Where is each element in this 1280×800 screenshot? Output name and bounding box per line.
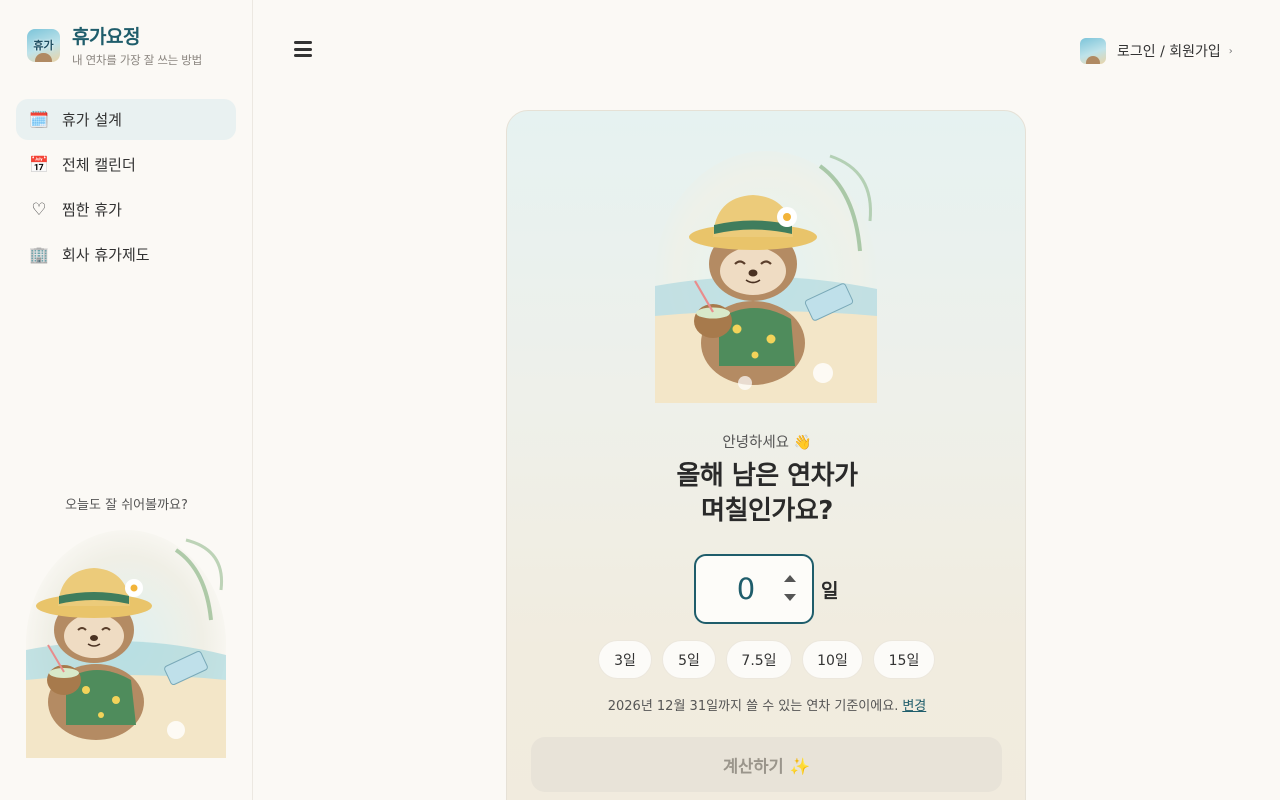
increment-arrow-icon[interactable] [783,575,797,584]
login-signup-label: 로그인 / 회원가입 [1117,44,1221,60]
sloth-mascot-illustration [655,151,877,403]
preset-days-chips: 3일 5일 7.5일 10일 15일 [598,640,945,679]
preset-chip-5[interactable]: 5일 [662,640,716,679]
calculate-button[interactable]: 계산하기 ✨ [531,737,1002,792]
vacation-days-card: 안녕하세요 👋 올해 남은 연차가 며칠인가요? 0 일 3일 5일 7.5일 … [506,110,1026,800]
sidebar-item-vacation-plan[interactable]: 🗓️ 휴가 설계 [16,99,236,140]
sidebar-item-company-policy[interactable]: 🏢 회사 휴가제도 [16,234,236,275]
days-unit-label: 일 [821,580,839,602]
office-building-icon: 🏢 [29,245,49,264]
calendar-spiral-icon: 🗓️ [29,110,49,129]
days-value[interactable]: 0 [696,572,796,606]
preset-chip-7-5[interactable]: 7.5일 [726,640,792,679]
greeting-text: 안녕하세요 👋 [722,435,812,451]
heart-icon: ♡ [31,199,47,220]
app-title: 휴가요정 [72,26,140,48]
preset-chip-15[interactable]: 15일 [873,640,935,679]
sidebar-item-favorites[interactable]: ♡ 찜한 휴가 [16,189,236,230]
preset-chip-10[interactable]: 10일 [802,640,863,679]
sidebar-item-label: 전체 캘린더 [62,156,136,174]
brand[interactable]: 휴가 휴가요정 내 연차를 가장 잘 쓰는 방법 [27,26,202,68]
app-logo-icon: 휴가 [27,29,60,62]
sidebar-item-label: 휴가 설계 [62,111,122,129]
sidebar-item-full-calendar[interactable]: 📅 전체 캘린더 [16,144,236,185]
page-title: 올해 남은 연차가 며칠인가요? [507,459,1027,529]
days-stepper-input[interactable]: 0 [694,554,814,624]
question-line-2: 며칠인가요? [701,496,833,526]
sidebar: 휴가 휴가요정 내 연차를 가장 잘 쓰는 방법 🗓️ 휴가 설계 📅 전체 캘… [0,0,253,800]
sidebar-nav: 🗓️ 휴가 설계 📅 전체 캘린더 ♡ 찜한 휴가 🏢 회사 휴가제도 [16,99,236,279]
question-line-1: 올해 남은 연차가 [676,461,858,491]
chevron-right-icon: › [1228,45,1233,57]
preset-chip-3[interactable]: 3일 [598,640,652,679]
login-signup-button[interactable]: 로그인 / 회원가입 › [1080,37,1233,65]
sidebar-item-label: 찜한 휴가 [62,201,122,219]
sidebar-item-label: 회사 휴가제도 [62,246,150,264]
logo-text: 휴가 [33,39,54,52]
deadline-note-text: 2026년 12월 31일까지 쓸 수 있는 연차 기준이에요. [607,699,899,714]
change-deadline-link[interactable]: 변경 [902,699,926,714]
app-subtitle: 내 연차를 가장 잘 쓰는 방법 [72,53,202,67]
avatar [1080,38,1106,64]
sidebar-footer-text: 오늘도 잘 쉬어볼까요? [65,498,188,513]
sloth-mascot-illustration [26,530,226,758]
decrement-arrow-icon[interactable] [783,594,797,603]
calendar-icon: 📅 [29,155,49,174]
deadline-note: 2026년 12월 31일까지 쓸 수 있는 연차 기준이에요. 변경 [507,695,1027,714]
menu-hamburger-icon[interactable] [294,41,312,59]
